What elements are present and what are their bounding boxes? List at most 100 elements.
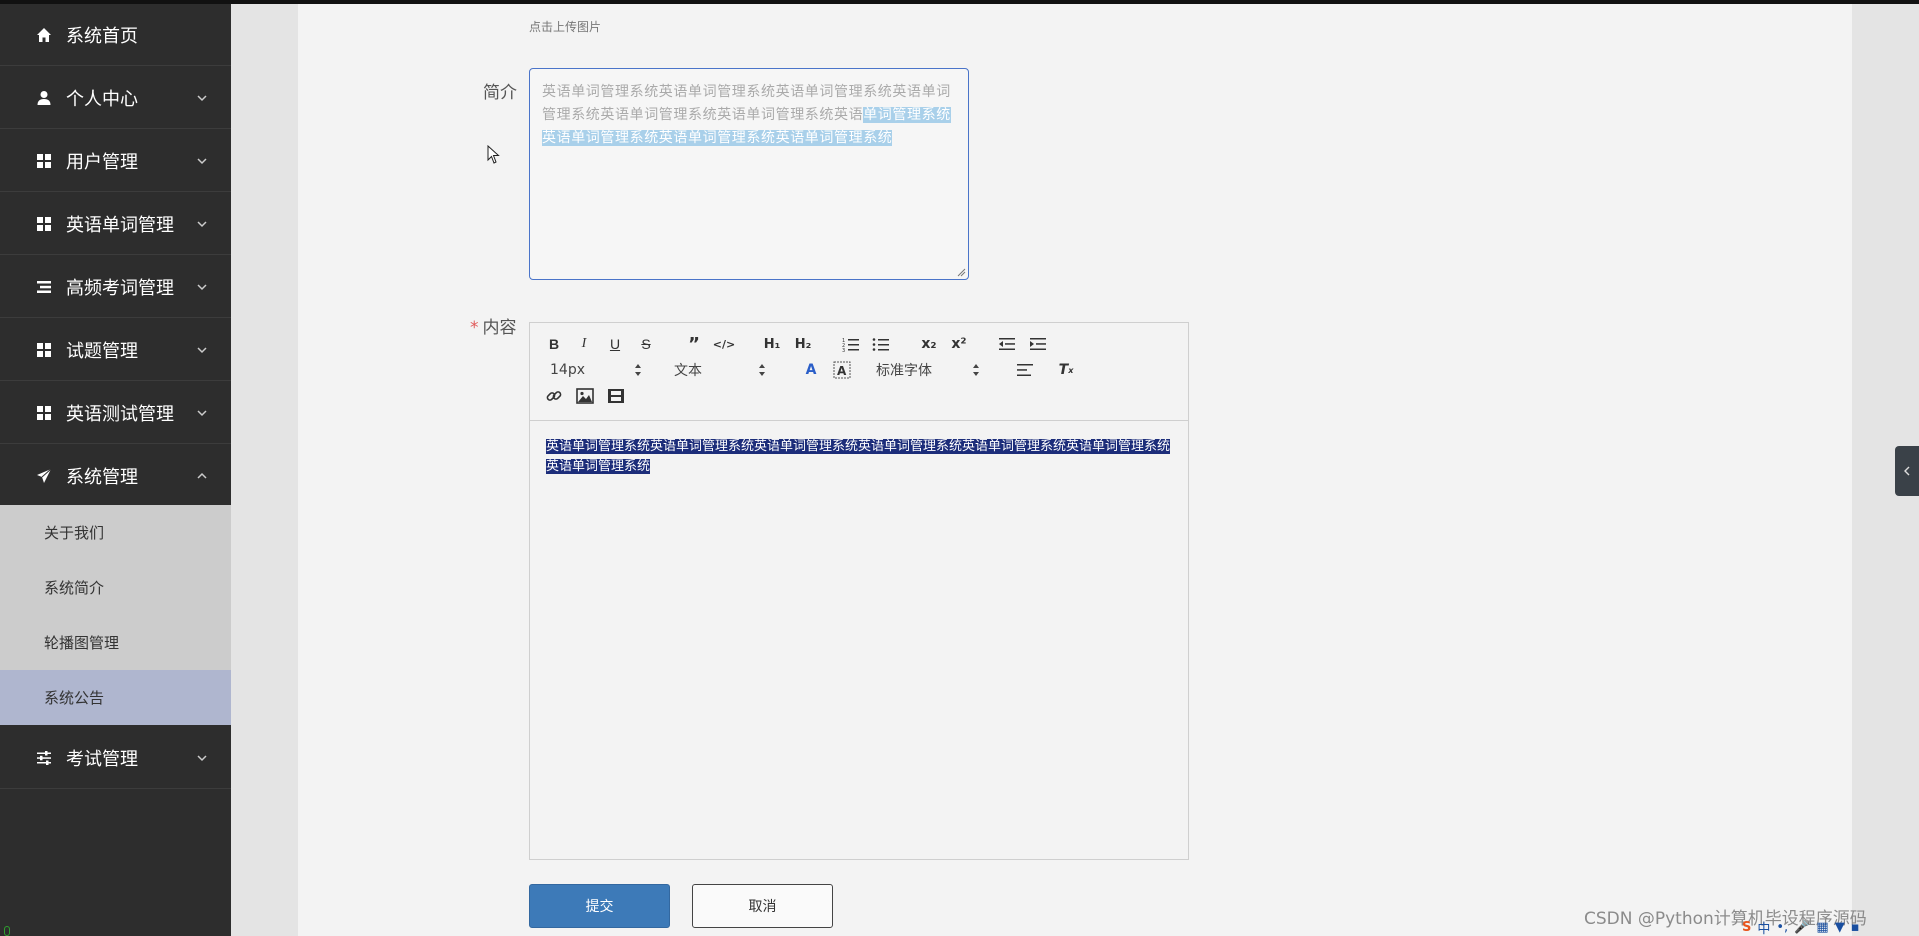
underline-icon[interactable]: U <box>604 333 626 355</box>
sidebar-item-frequent-words[interactable]: 高频考词管理 <box>0 256 231 318</box>
status-indicator <box>4 926 10 936</box>
sidebar-item-user-management[interactable]: 用户管理 <box>0 130 231 192</box>
background-color-icon[interactable]: A <box>831 359 853 381</box>
ime-indicator[interactable]: 中 <box>1757 918 1770 936</box>
sidebar-item-label: 英语测试管理 <box>66 403 174 425</box>
paper-plane-icon <box>34 468 54 484</box>
submenu-item-label: 系统公告 <box>44 689 105 707</box>
editor-text-selected: 英语单词管理系统英语单词管理系统英语单词管理系统英语单词管理系统英语单词管理系统… <box>546 439 1171 474</box>
select-arrows-icon <box>759 364 765 376</box>
select-arrows-icon <box>635 364 641 376</box>
chevron-down-icon <box>197 94 207 101</box>
link-icon[interactable] <box>543 385 565 407</box>
image-icon[interactable] <box>574 385 596 407</box>
sidebar-item-label: 考试管理 <box>66 748 138 770</box>
keyboard-icon[interactable]: ▦ <box>1816 920 1828 935</box>
sidebar-item-personal-center[interactable]: 个人中心 <box>0 67 231 129</box>
cancel-button[interactable]: 取消 <box>692 884 833 928</box>
punctuation-icon[interactable]: •, <box>1776 920 1788 935</box>
ordered-list-icon[interactable]: 123 <box>840 333 862 355</box>
apps-icon[interactable]: ▪ <box>1851 920 1860 935</box>
chevron-left-icon <box>1904 466 1910 476</box>
list-icon <box>34 279 54 295</box>
intro-label: 简介 <box>483 83 517 103</box>
submenu-item-label: 关于我们 <box>44 524 105 542</box>
submenu-item-system-intro[interactable]: 系统简介 <box>0 560 231 615</box>
sidebar-item-label: 个人中心 <box>66 88 138 110</box>
collapse-panel-button[interactable] <box>1895 446 1919 496</box>
sidebar-item-label: 系统首页 <box>66 25 138 47</box>
rich-text-editor: B I U S ” </> H₁ H₂ 123 x₂ x² 14px 文本 A <box>529 322 1189 860</box>
resize-grip-icon[interactable] <box>957 268 966 277</box>
superscript-icon[interactable]: x² <box>948 333 970 355</box>
chevron-down-icon <box>197 754 207 761</box>
sidebar-item-label: 英语单词管理 <box>66 214 174 236</box>
svg-text:3: 3 <box>842 348 845 352</box>
bullet-list-icon[interactable] <box>870 333 892 355</box>
font-family-value: 标准字体 <box>876 363 932 379</box>
sidebar-item-label: 用户管理 <box>66 151 138 173</box>
submit-button[interactable]: 提交 <box>529 884 670 928</box>
content-label-text: 内容 <box>482 318 517 338</box>
h2-icon[interactable]: H₂ <box>792 333 814 355</box>
sidebar-item-word-management[interactable]: 英语单词管理 <box>0 193 231 255</box>
grid-icon <box>34 216 54 232</box>
home-icon <box>34 27 54 43</box>
editor-toolbar: B I U S ” </> H₁ H₂ 123 x₂ x² 14px 文本 A <box>530 323 1188 421</box>
chevron-down-icon <box>197 157 207 164</box>
sidebar-item-exam-management[interactable]: 考试管理 <box>0 727 231 789</box>
content-label: * 内容 <box>470 313 517 338</box>
grid-icon <box>34 153 54 169</box>
outdent-icon[interactable] <box>996 333 1018 355</box>
submenu-item-carousel[interactable]: 轮播图管理 <box>0 615 231 670</box>
video-icon[interactable] <box>605 385 627 407</box>
submenu-item-announcement[interactable]: 系统公告 <box>0 670 231 725</box>
grid-icon <box>34 342 54 358</box>
required-mark: * <box>470 318 479 338</box>
system-tray: S 中 •, 🎤 ▦ ▼ ▪ <box>1742 918 1919 936</box>
sogou-icon[interactable]: S <box>1742 920 1751 935</box>
sidebar-item-english-test[interactable]: 英语测试管理 <box>0 382 231 444</box>
header-select[interactable]: 文本 <box>674 359 766 381</box>
upload-hint[interactable]: 点击上传图片 <box>529 18 601 35</box>
bold-icon[interactable]: B <box>543 333 565 355</box>
h1-icon[interactable]: H₁ <box>761 333 783 355</box>
chevron-down-icon <box>197 346 207 353</box>
submenu-item-about-us[interactable]: 关于我们 <box>0 505 231 560</box>
blockquote-icon[interactable]: ” <box>683 333 705 355</box>
sidebar-item-system-management[interactable]: 系统管理 <box>0 445 231 507</box>
chevron-down-icon <box>197 220 207 227</box>
top-border <box>0 0 1919 4</box>
italic-icon[interactable]: I <box>573 333 595 355</box>
user-icon <box>34 90 54 106</box>
submenu-item-label: 轮播图管理 <box>44 634 120 652</box>
font-color-icon[interactable]: A <box>800 359 822 381</box>
sidebar-item-label: 试题管理 <box>66 340 138 362</box>
microphone-icon[interactable]: 🎤 <box>1794 920 1810 935</box>
shirt-icon[interactable]: ▼ <box>1835 920 1845 935</box>
clean-format-icon[interactable]: Tx <box>1055 359 1077 381</box>
sidebar-item-label: 系统管理 <box>66 466 138 488</box>
subscript-icon[interactable]: x₂ <box>918 333 940 355</box>
select-arrows-icon <box>973 364 979 376</box>
sidebar-item-label: 高频考词管理 <box>66 277 174 299</box>
sidebar-item-home[interactable]: 系统首页 <box>0 4 231 66</box>
font-size-select[interactable]: 14px <box>550 359 642 381</box>
editor-content[interactable]: 英语单词管理系统英语单词管理系统英语单词管理系统英语单词管理系统英语单词管理系统… <box>546 437 1174 477</box>
sliders-icon <box>34 750 54 766</box>
chevron-down-icon <box>197 409 207 416</box>
sidebar: 系统首页 个人中心 用户管理 英语单词管理 高频考词管理 试题管理 英语测试管理… <box>0 0 231 936</box>
font-family-select[interactable]: 标准字体 <box>876 359 980 381</box>
font-size-value: 14px <box>550 362 585 378</box>
intro-textarea[interactable]: 英语单词管理系统英语单词管理系统英语单词管理系统英语单词管理系统英语单词管理系统… <box>529 68 969 280</box>
sidebar-item-question-management[interactable]: 试题管理 <box>0 319 231 381</box>
chevron-up-icon <box>197 472 207 479</box>
header-select-value: 文本 <box>674 363 702 379</box>
submenu-item-label: 系统简介 <box>44 579 105 597</box>
align-icon[interactable] <box>1014 359 1036 381</box>
code-block-icon[interactable]: </> <box>713 333 735 355</box>
chevron-down-icon <box>197 283 207 290</box>
indent-icon[interactable] <box>1027 333 1049 355</box>
strike-icon[interactable]: S <box>635 333 657 355</box>
svg-text:A: A <box>837 364 847 378</box>
